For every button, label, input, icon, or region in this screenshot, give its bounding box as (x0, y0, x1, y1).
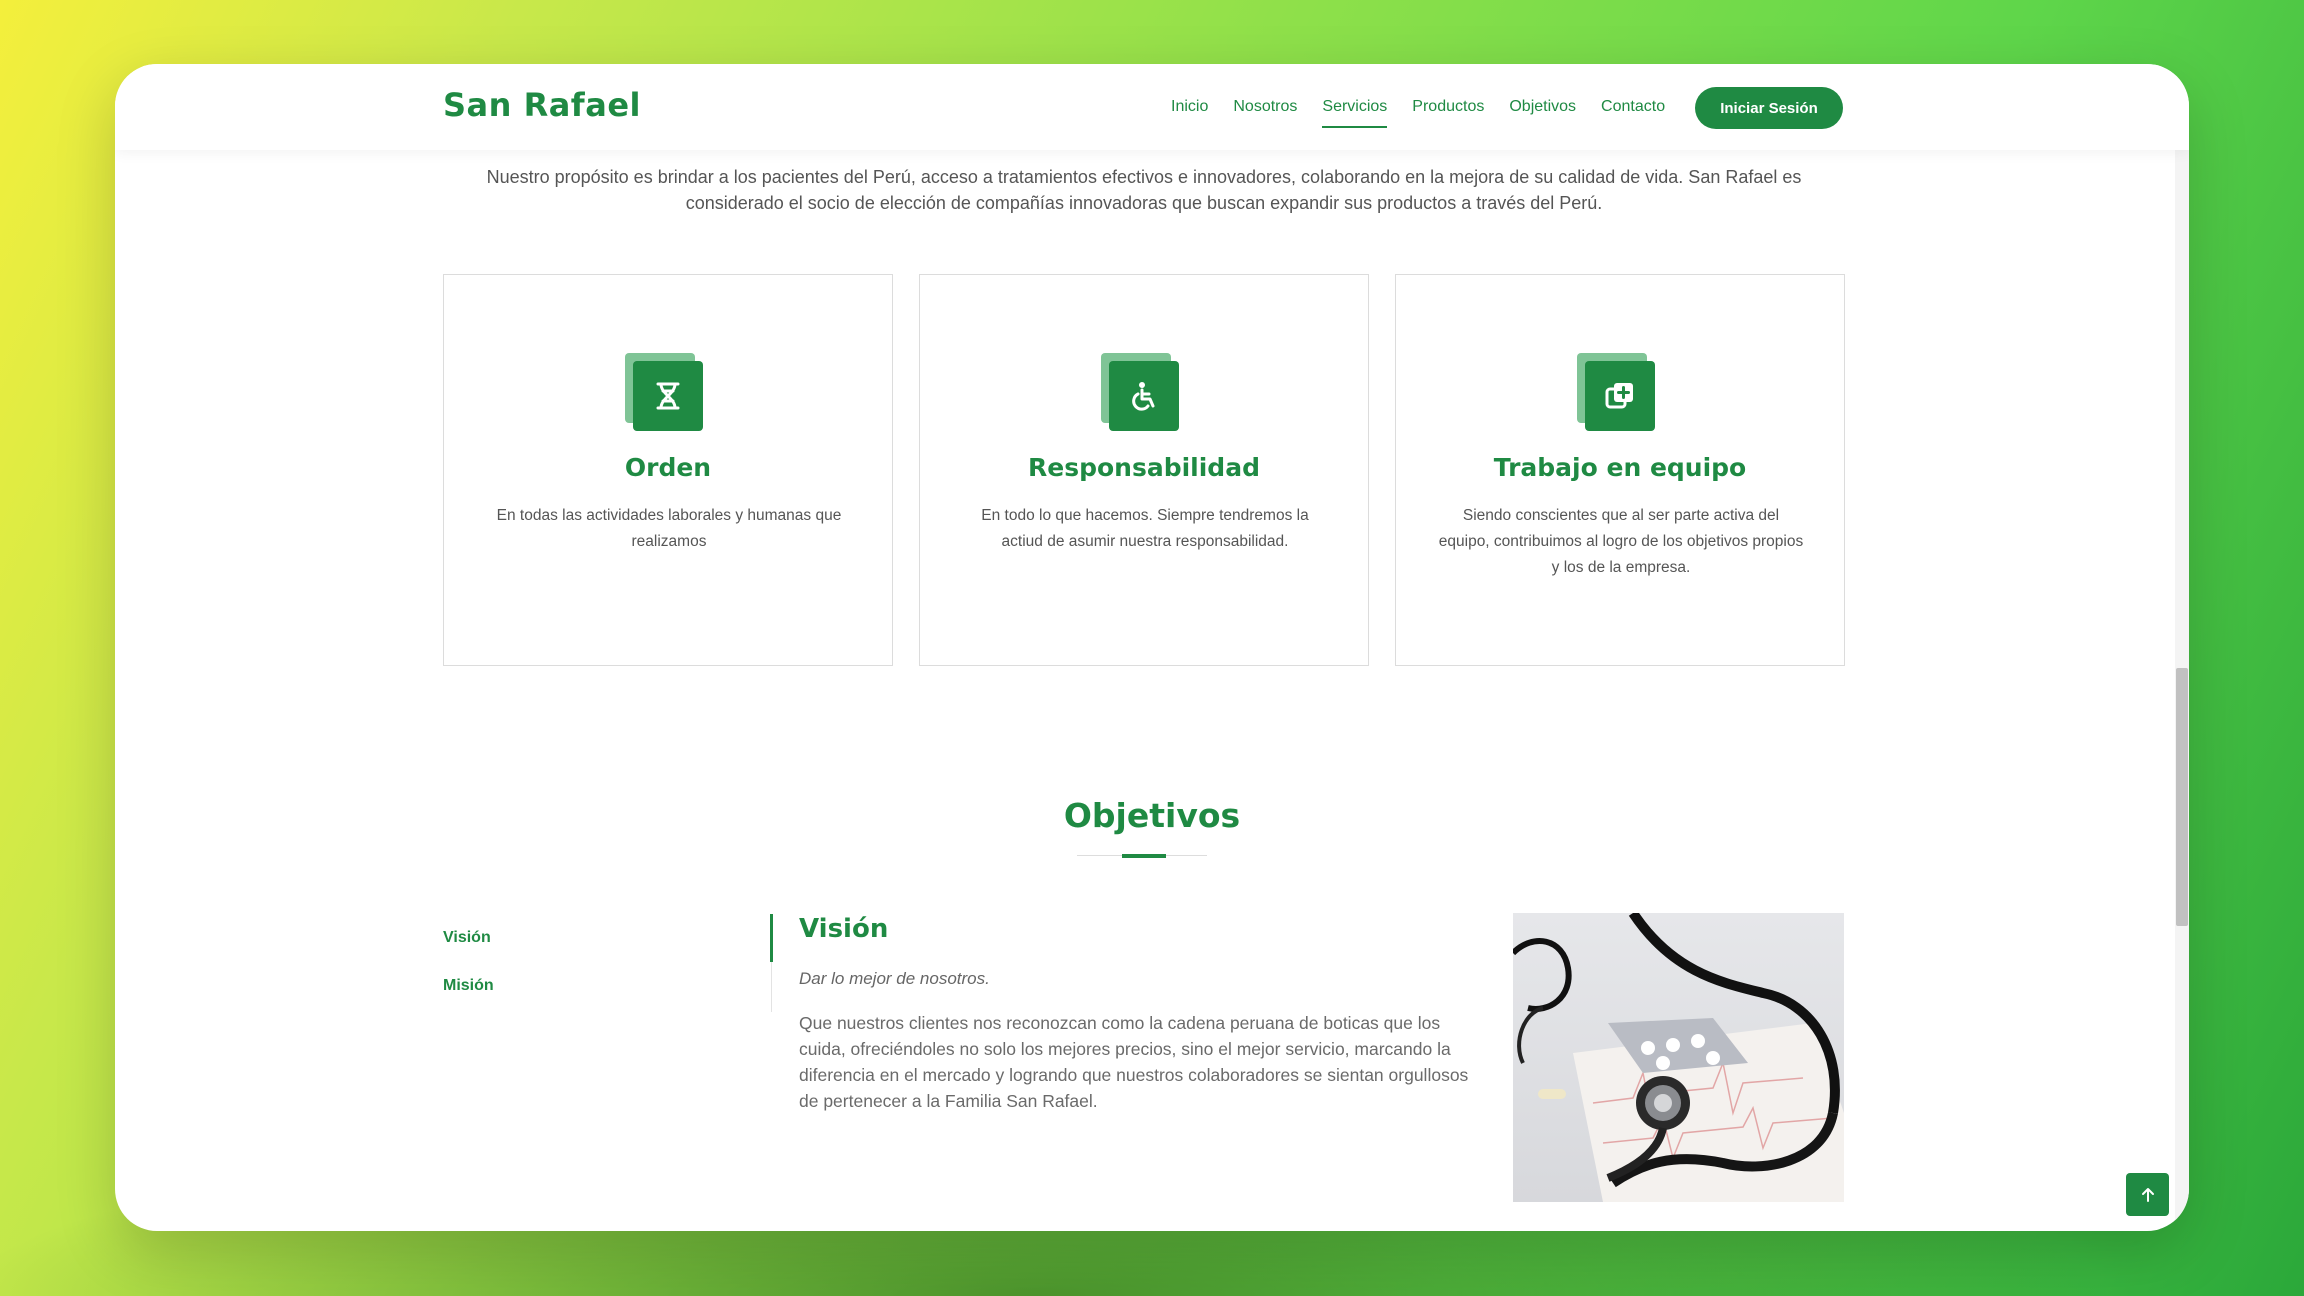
card-title: Trabajo en equipo (1493, 453, 1747, 482)
site-header: San Rafael Inicio Nosotros Servicios Pro… (115, 64, 2189, 150)
value-card-trabajo-en-equipo: Trabajo en equipo Siendo conscientes que… (1395, 274, 1845, 666)
value-card-responsabilidad: Responsabilidad En todo lo que hacemos. … (919, 274, 1369, 666)
panel-text: Que nuestros clientes nos reconozcan com… (799, 1013, 1469, 1111)
objetivos-title: Objetivos (1063, 796, 1241, 835)
tab-vision[interactable]: Visión (443, 929, 491, 947)
nav-servicios[interactable]: Servicios (1322, 98, 1388, 128)
card-title: Orden (624, 453, 712, 482)
arrow-up-icon (2141, 1187, 2154, 1202)
nav-objetivos[interactable]: Objetivos (1509, 98, 1576, 128)
card-text: Siendo conscientes que al ser parte acti… (1438, 507, 1804, 576)
main-nav: Inicio Nosotros Servicios Productos Obje… (1171, 98, 1690, 128)
nav-contacto[interactable]: Contacto (1601, 98, 1665, 128)
nav-nosotros[interactable]: Nosotros (1233, 98, 1297, 128)
panel-title: Visión (799, 914, 889, 944)
nav-inicio[interactable]: Inicio (1171, 98, 1208, 128)
card-icon-box (1101, 353, 1181, 433)
value-card-orden: Orden En todas las actividades laborales… (443, 274, 893, 666)
dna-icon (633, 361, 703, 431)
card-icon-box (1577, 353, 1657, 433)
card-title: Responsabilidad (1028, 453, 1260, 482)
title-accent (1122, 854, 1166, 858)
nav-productos[interactable]: Productos (1412, 98, 1484, 128)
scrollbar-thumb[interactable] (2176, 668, 2188, 926)
card-text: En todo lo que hacemos. Siempre tendremo… (981, 507, 1309, 550)
browser-window: San Rafael Inicio Nosotros Servicios Pro… (115, 64, 2189, 1231)
stethoscope-photo (1513, 913, 1844, 1202)
card-text: En todas las actividades laborales y hum… (496, 507, 842, 550)
back-to-top-button[interactable] (2126, 1173, 2169, 1216)
site-logo[interactable]: San Rafael (443, 86, 641, 124)
plus-copy-icon (1585, 361, 1655, 431)
card-icon-box (625, 353, 705, 433)
intro-text: Nuestro propósito es brindar a los pacie… (486, 167, 1802, 213)
login-button[interactable]: Iniciar Sesión (1695, 87, 1843, 129)
active-tab-indicator (770, 914, 773, 962)
wheelchair-icon (1109, 361, 1179, 431)
tab-mision[interactable]: Misión (443, 977, 494, 995)
panel-subtitle: Dar lo mejor de nosotros. (799, 969, 990, 988)
